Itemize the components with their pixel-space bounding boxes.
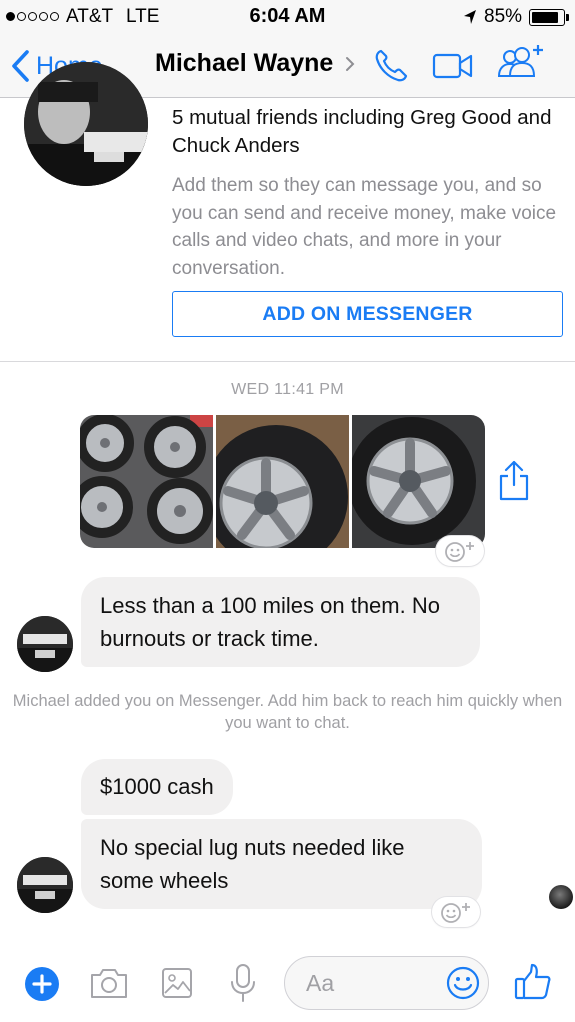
chevron-left-icon xyxy=(12,50,29,82)
share-icon[interactable] xyxy=(497,460,531,502)
battery-icon xyxy=(529,9,565,26)
add-description: Add them so they can message you, and so… xyxy=(172,175,557,279)
message-bubble[interactable]: Less than a 100 miles on them. No burnou… xyxy=(81,577,480,667)
tires-photo-1[interactable] xyxy=(80,415,213,548)
message-bubble[interactable]: $1000 cash xyxy=(81,759,233,815)
video-camera-icon[interactable] xyxy=(432,51,474,81)
status-bar: AT&T LTE 6:04 AM 85% xyxy=(0,0,575,34)
battery-percent: 85% xyxy=(484,6,523,27)
message-timestamp: WED 11:41 PM xyxy=(231,381,344,398)
emoji-plus-icon xyxy=(441,903,470,923)
gallery-icon[interactable] xyxy=(160,966,194,1000)
divider xyxy=(0,361,575,362)
system-note: Michael added you on Messenger. Add him … xyxy=(12,692,563,732)
location-arrow-icon xyxy=(464,10,476,24)
message-input[interactable]: Aa xyxy=(284,956,489,1010)
mutual-friends-text: 5 mutual friends including Greg Good and… xyxy=(172,106,552,157)
add-people-icon[interactable] xyxy=(496,42,548,82)
emoji-plus-icon xyxy=(445,542,474,562)
composer-bar: Aa xyxy=(0,940,575,1022)
profile-avatar[interactable] xyxy=(24,62,148,186)
message-input-placeholder: Aa xyxy=(306,970,335,996)
thumbs-up-icon[interactable] xyxy=(513,962,553,1002)
phone-icon[interactable] xyxy=(372,48,410,84)
sender-avatar[interactable] xyxy=(17,857,73,913)
chevron-right-icon[interactable] xyxy=(345,56,355,72)
tires-photo-2[interactable] xyxy=(216,415,349,548)
add-reaction-button[interactable] xyxy=(432,897,480,927)
message-bubble[interactable]: No special lug nuts needed like some whe… xyxy=(81,819,482,909)
microphone-icon[interactable] xyxy=(228,962,258,1004)
emoji-icon[interactable] xyxy=(445,965,481,1001)
contact-name[interactable]: Michael Wayne xyxy=(155,49,333,78)
add-on-messenger-button[interactable]: ADD ON MESSENGER xyxy=(172,291,563,337)
sender-avatar[interactable] xyxy=(17,616,73,672)
tires-photo-3[interactable] xyxy=(352,415,485,548)
camera-icon[interactable] xyxy=(89,966,129,1000)
plus-icon[interactable] xyxy=(24,966,60,1002)
read-receipt-avatar xyxy=(549,885,573,909)
add-reaction-button[interactable] xyxy=(436,536,484,566)
